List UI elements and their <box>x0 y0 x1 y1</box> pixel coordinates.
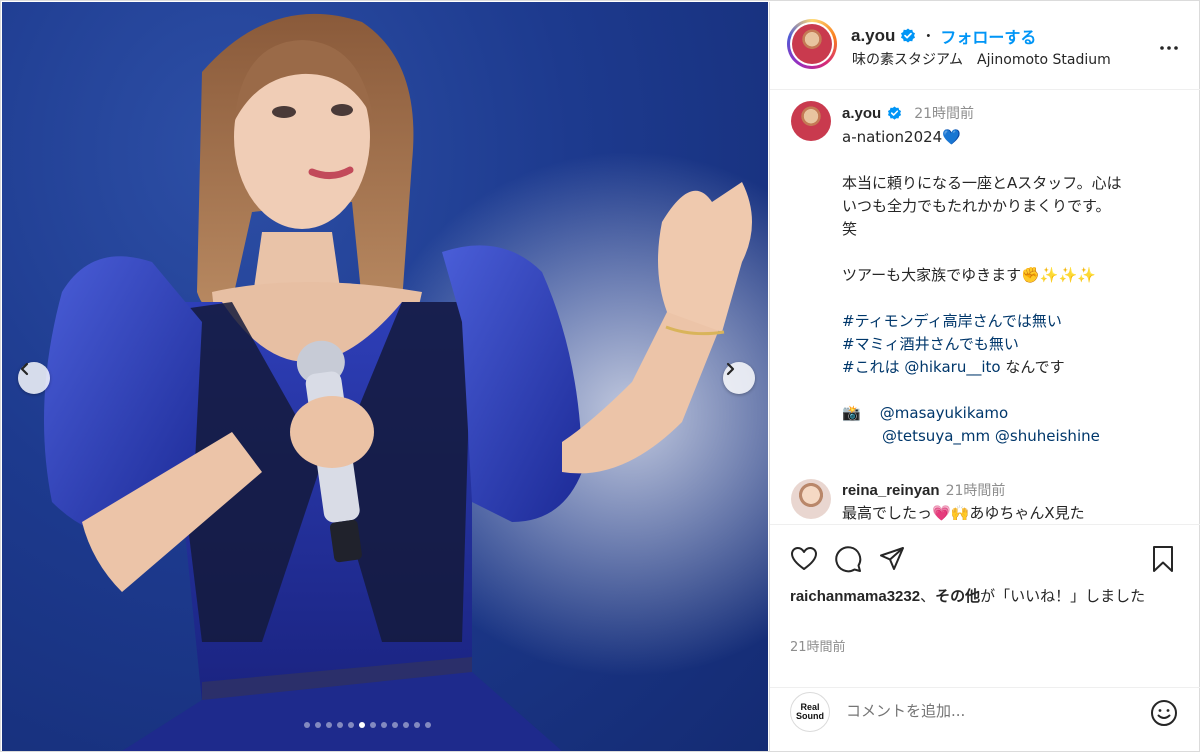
carousel-dot <box>403 722 409 728</box>
chevron-right-icon <box>726 362 735 376</box>
add-comment-bar: Real Sound <box>770 687 1200 747</box>
mention-link[interactable]: @hikaru__ito <box>904 358 1000 376</box>
post-side-panel: a.you ・ フォローする 味の素スタジアム Ajinomoto Stadiu… <box>769 2 1200 751</box>
comment-user-row: reina_reinyan 21時間前 <box>842 480 1005 500</box>
camera-icon: 📸 <box>842 404 861 422</box>
chevron-left-icon <box>20 362 29 376</box>
heart-icon[interactable] <box>790 545 818 573</box>
carousel-dot <box>359 722 365 728</box>
caption-avatar[interactable] <box>791 101 831 141</box>
post-location[interactable]: 味の素スタジアム Ajinomoto Stadium <box>852 49 1111 69</box>
author-avatar[interactable] <box>787 19 837 69</box>
bookmark-icon[interactable] <box>1151 545 1175 573</box>
carousel-dot <box>414 722 420 728</box>
carousel-dot <box>370 722 376 728</box>
follow-button[interactable]: フォローする <box>940 24 1036 48</box>
caption-username[interactable]: a.you <box>842 105 881 122</box>
performer-illustration <box>2 2 768 751</box>
author-username[interactable]: a.you <box>851 26 895 46</box>
header-user-row: a.you ・ フォローする <box>851 24 1036 48</box>
caption-line: ツアーも大家族でゆきます✊✨✨✨ <box>842 266 1096 284</box>
caption-line: #これは @hikaru__ito なんです <box>842 358 1065 376</box>
post-header: a.you ・ フォローする 味の素スタジアム Ajinomoto Stadiu… <box>770 2 1200 90</box>
more-options-icon[interactable] <box>1157 36 1181 60</box>
commenter-avatar[interactable] <box>791 479 831 519</box>
comment-input[interactable] <box>846 702 1126 720</box>
next-photo-button[interactable] <box>723 362 755 394</box>
carousel-dot <box>304 722 310 728</box>
carousel-dot <box>326 722 332 728</box>
caption-line: 本当に頼りになる一座とAスタッフ。心は <box>842 174 1122 192</box>
credit-line: @tetsuya_mm @shuheishine <box>842 425 1182 448</box>
liker-username[interactable]: raichanmama3232 <box>790 588 920 605</box>
hashtag-link[interactable]: #これは <box>842 358 900 376</box>
credit-line: 📸 @masayukikamo <box>842 402 1182 425</box>
hashtag-link[interactable]: #ティモンディ高岸さんでは無い <box>842 310 1182 333</box>
viewer-avatar[interactable]: Real Sound <box>790 692 830 732</box>
carousel-dot <box>381 722 387 728</box>
mention-link[interactable]: @tetsuya_mm <box>882 427 990 445</box>
comment-icon[interactable] <box>834 545 862 573</box>
post-actions: raichanmama3232、その他が「いいね！」しました 21時間前 Rea… <box>770 524 1200 752</box>
carousel-dot <box>348 722 354 728</box>
commenter-username[interactable]: reina_reinyan <box>842 482 940 499</box>
post-photo[interactable] <box>2 2 768 751</box>
action-icons <box>790 545 906 573</box>
verified-badge-icon <box>888 105 902 120</box>
caption-text: a-nation2024💙 本当に頼りになる一座とAスタッフ。心は いつも全力で… <box>842 126 1182 448</box>
caption-line: いつも全力でもたれかかりまくりです。 <box>842 197 1111 215</box>
caption-user-row: a.you 21時間前 <box>842 103 974 123</box>
emoji-icon[interactable] <box>1149 698 1179 728</box>
hashtag-link[interactable]: #マミィ酒井さんでも無い <box>842 333 1182 356</box>
likes-summary: raichanmama3232、その他が「いいね！」しました <box>790 587 1146 605</box>
carousel-indicator <box>304 722 431 728</box>
carousel-dot <box>392 722 398 728</box>
verified-badge-icon <box>901 28 916 43</box>
comments-section[interactable]: a.you 21時間前 a-nation2024💙 本当に頼りになる一座とAスタ… <box>770 91 1200 523</box>
carousel-dot <box>337 722 343 728</box>
comment-text: 最高でしたっ💗🙌あゆちゃんX見た <box>842 504 1085 522</box>
post-timestamp[interactable]: 21時間前 <box>790 636 846 655</box>
caption-line: 笑 <box>842 220 858 238</box>
previous-photo-button[interactable] <box>18 362 50 394</box>
mention-link[interactable]: @masayukikamo <box>880 404 1008 422</box>
carousel-dot <box>315 722 321 728</box>
caption-line: a-nation2024💙 <box>842 128 961 146</box>
comment-time: 21時間前 <box>945 483 1006 499</box>
caption-time: 21時間前 <box>914 106 975 122</box>
separator-dot: ・ <box>921 29 936 45</box>
likes-others-link[interactable]: その他 <box>935 588 980 605</box>
share-icon[interactable] <box>878 545 906 573</box>
mention-link[interactable]: @shuheishine <box>995 427 1100 445</box>
post-dialog: a.you ・ フォローする 味の素スタジアム Ajinomoto Stadiu… <box>0 0 1200 752</box>
carousel-dot <box>425 722 431 728</box>
